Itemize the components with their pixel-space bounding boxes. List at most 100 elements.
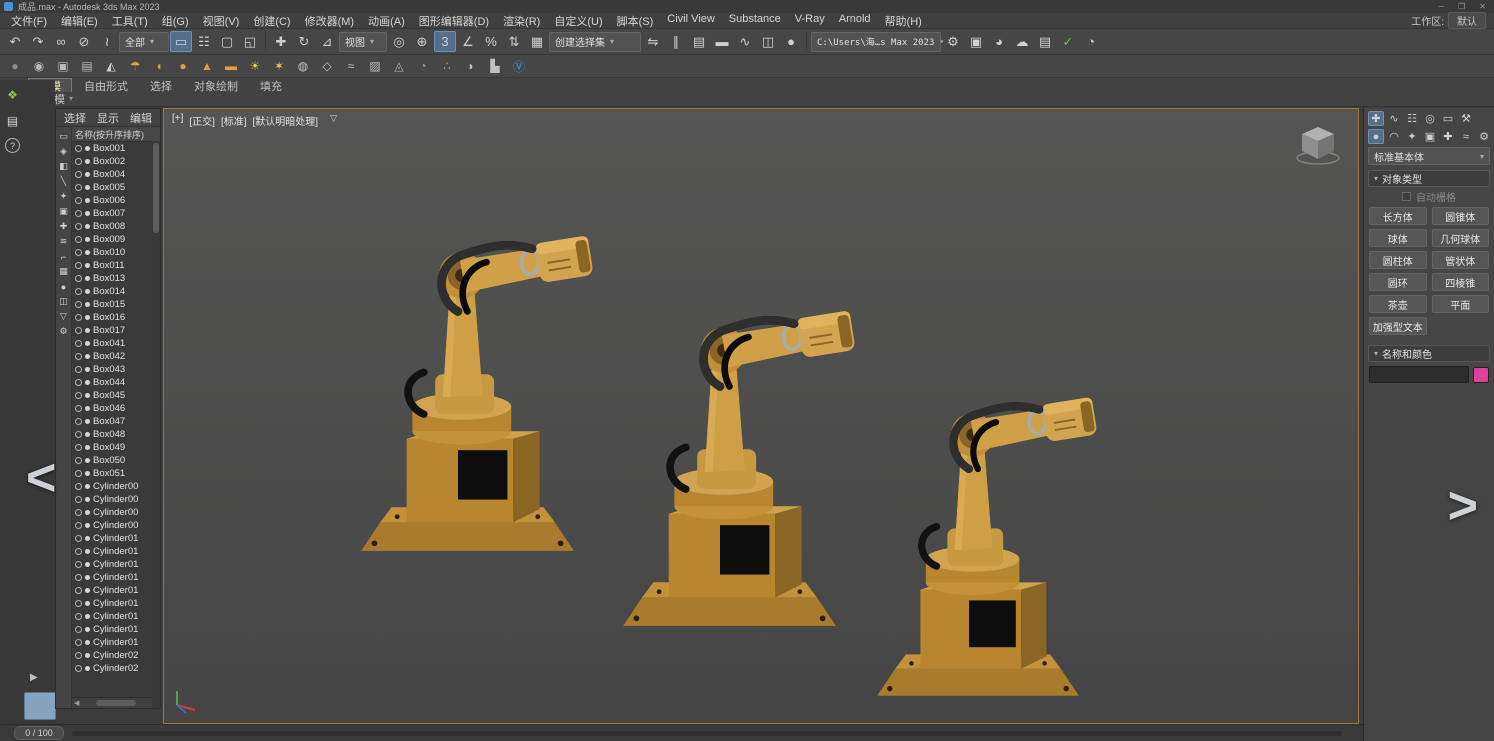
object-name[interactable]: Box015 <box>93 299 125 310</box>
list-item[interactable]: Box041 <box>72 337 160 350</box>
list-item[interactable]: Box051 <box>72 467 160 480</box>
primitive-button[interactable]: 长方体 <box>1369 207 1427 225</box>
object-name[interactable]: Box010 <box>93 247 125 258</box>
list-item[interactable]: Cylinder01 <box>72 532 160 545</box>
layers-tool-icon[interactable]: ▤ <box>76 57 98 76</box>
object-name[interactable]: Box047 <box>93 416 125 427</box>
object-name[interactable]: Cylinder02 <box>93 650 138 661</box>
previous-overlay-arrow[interactable]: < <box>26 452 56 504</box>
object-color-swatch[interactable] <box>1473 367 1489 383</box>
primitive-category-dropdown[interactable]: 标准基本体 <box>1368 147 1490 165</box>
select-and-link-icon[interactable]: ∞ <box>50 31 72 52</box>
menu-item[interactable]: 帮助(H) <box>878 13 929 29</box>
list-item[interactable]: Cylinder00 <box>72 493 160 506</box>
half-disc-icon[interactable]: ◗ <box>460 57 482 76</box>
object-name[interactable]: Cylinder01 <box>93 533 138 544</box>
object-name[interactable]: Box046 <box>93 403 125 414</box>
time-slider-track[interactable] <box>72 731 1342 736</box>
visibility-eye-icon[interactable] <box>75 379 82 386</box>
object-name[interactable]: Cylinder02 <box>93 663 138 674</box>
visibility-eye-icon[interactable] <box>75 626 82 633</box>
display-cameras-icon[interactable]: ▣ <box>57 205 70 218</box>
visibility-eye-icon[interactable] <box>75 587 82 594</box>
menu-item[interactable]: 视图(V) <box>196 13 247 29</box>
list-item[interactable]: Box042 <box>72 350 160 363</box>
list-item[interactable]: Box044 <box>72 376 160 389</box>
object-name[interactable]: Cylinder01 <box>93 624 138 635</box>
object-name[interactable]: Cylinder00 <box>93 494 138 505</box>
visibility-eye-icon[interactable] <box>75 652 82 659</box>
object-name[interactable]: Box042 <box>93 351 125 362</box>
visibility-eye-icon[interactable] <box>75 535 82 542</box>
visibility-eye-icon[interactable] <box>75 353 82 360</box>
percent-snap-icon[interactable]: % <box>480 31 502 52</box>
menu-item[interactable]: 组(G) <box>155 13 196 29</box>
object-name[interactable]: Box043 <box>93 364 125 375</box>
visibility-eye-icon[interactable] <box>75 275 82 282</box>
menu-item[interactable]: 工具(T) <box>105 13 155 29</box>
display-geometry-icon[interactable]: ◧ <box>57 160 70 173</box>
filter-combo-icon[interactable]: ▽ <box>57 310 70 323</box>
select-and-manipulate-icon[interactable]: ⊕ <box>411 31 433 52</box>
list-item[interactable]: Box048 <box>72 428 160 441</box>
rendered-frame-window-icon[interactable]: ▣ <box>965 31 987 52</box>
vray-icon[interactable]: Ⓥ <box>508 57 530 76</box>
visibility-eye-icon[interactable] <box>75 600 82 607</box>
object-name[interactable]: Box044 <box>93 377 125 388</box>
list-item[interactable]: Cylinder01 <box>72 571 160 584</box>
explorer-menu-item[interactable]: 编辑 <box>130 110 152 126</box>
object-name[interactable]: Cylinder01 <box>93 611 138 622</box>
select-and-move-icon[interactable]: ✚ <box>270 31 292 52</box>
display-helpers-icon[interactable]: ✚ <box>57 220 70 233</box>
unlink-selection-icon[interactable]: ⊘ <box>73 31 95 52</box>
render-preview-icon[interactable]: ◔ <box>1080 31 1102 52</box>
object-name[interactable]: Box050 <box>93 455 125 466</box>
ribbon-tab[interactable]: 选择 <box>140 79 182 92</box>
object-name[interactable]: Box001 <box>93 143 125 154</box>
list-item[interactable]: Box011 <box>72 259 160 272</box>
list-item[interactable]: Box015 <box>72 298 160 311</box>
scrollbar-thumb[interactable] <box>96 700 136 706</box>
lock-explorer-icon[interactable]: ◈ <box>57 145 70 158</box>
primitive-button[interactable]: 四棱锥 <box>1432 273 1490 291</box>
select-object-icon[interactable]: ▭ <box>170 31 192 52</box>
display-shapes-icon[interactable]: ╲ <box>57 175 70 188</box>
visibility-eye-icon[interactable] <box>75 184 82 191</box>
menu-item[interactable]: Civil View <box>660 13 721 29</box>
sphere-light-icon[interactable]: ● <box>172 57 194 76</box>
visibility-eye-icon[interactable] <box>75 431 82 438</box>
minimize-button[interactable]: ─ <box>1438 2 1444 11</box>
ribbon-tab[interactable]: 对象绘制 <box>184 79 248 92</box>
visibility-eye-icon[interactable] <box>75 613 82 620</box>
object-name[interactable]: Cylinder00 <box>93 481 138 492</box>
selection-filter-combo[interactable]: 全部 <box>119 32 169 52</box>
list-item[interactable]: Box007 <box>72 207 160 220</box>
ribbon-tab[interactable]: 填充 <box>250 79 292 92</box>
expand-arrow-icon[interactable]: ▶ <box>30 672 38 683</box>
geometry-category-icon[interactable]: ● <box>1368 129 1384 144</box>
auto-grid-checkbox[interactable] <box>1402 192 1411 201</box>
render-gallery-icon[interactable]: ▤ <box>1034 31 1056 52</box>
frame-counter[interactable]: 0 / 100 <box>14 726 64 740</box>
menu-item[interactable]: 动画(A) <box>361 13 412 29</box>
display-spacewarps-icon[interactable]: ≋ <box>57 235 70 248</box>
menu-item[interactable]: 创建(C) <box>246 13 297 29</box>
noise-icon[interactable]: ≈ <box>340 57 362 76</box>
object-name[interactable]: Cylinder01 <box>93 559 138 570</box>
object-name[interactable]: Box014 <box>93 286 125 297</box>
render-in-cloud-icon[interactable]: ☁ <box>1011 31 1033 52</box>
robot-arm-2[interactable] <box>623 310 856 626</box>
visibility-eye-icon[interactable] <box>75 314 82 321</box>
display-materials-icon[interactable]: ● <box>57 280 70 293</box>
help-icon[interactable]: ? <box>5 138 20 153</box>
menu-item[interactable]: Arnold <box>832 13 878 29</box>
list-item[interactable]: Box010 <box>72 246 160 259</box>
visibility-eye-icon[interactable] <box>75 418 82 425</box>
marker-icon[interactable]: ◉ <box>28 57 50 76</box>
use-pivot-center-icon[interactable]: ◎ <box>388 31 410 52</box>
workspace-selector[interactable]: 工作区: 默认 <box>1411 12 1486 29</box>
explorer-vertical-scrollbar[interactable] <box>152 141 160 708</box>
object-name[interactable]: Box011 <box>93 260 125 271</box>
bind-to-spacewarp-icon[interactable]: ≀ <box>96 31 118 52</box>
visibility-eye-icon[interactable] <box>75 561 82 568</box>
